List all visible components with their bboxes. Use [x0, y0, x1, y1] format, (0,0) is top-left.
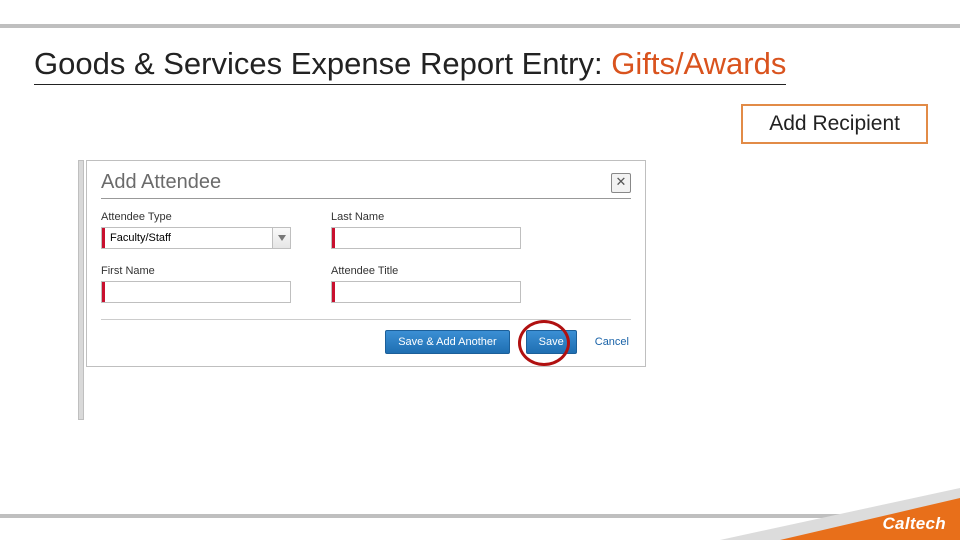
add-recipient-callout: Add Recipient: [741, 104, 928, 144]
required-marker: [102, 228, 105, 248]
first-name-label: First Name: [101, 265, 291, 277]
footer-accent: Caltech: [720, 488, 960, 540]
callout-label: Add Recipient: [769, 112, 900, 135]
slide-title-accent: Gifts/Awards: [611, 46, 786, 81]
last-name-label: Last Name: [331, 211, 521, 223]
attendee-type-input[interactable]: [102, 228, 272, 248]
attendee-type-label: Attendee Type: [101, 211, 291, 223]
first-name-input[interactable]: [102, 282, 290, 302]
divider: [101, 198, 631, 199]
required-marker: [332, 228, 335, 248]
dialog-title: Add Attendee: [101, 171, 221, 194]
save-button[interactable]: Save: [526, 330, 577, 354]
last-name-input[interactable]: [332, 228, 520, 248]
save-add-another-button[interactable]: Save & Add Another: [385, 330, 509, 354]
dialog-scroll-track: [78, 160, 84, 420]
required-marker: [102, 282, 105, 302]
slide-title: Goods & Services Expense Report Entry: G…: [34, 46, 786, 85]
dialog-button-row: Save & Add Another Save Cancel: [101, 330, 631, 354]
attendee-title-field: Attendee Title: [331, 265, 521, 303]
first-name-field: First Name: [101, 265, 291, 303]
attendee-title-input[interactable]: [332, 282, 520, 302]
top-divider: [0, 24, 960, 28]
attendee-type-field: Attendee Type: [101, 211, 291, 249]
divider: [101, 319, 631, 320]
chevron-down-icon[interactable]: [273, 227, 291, 249]
close-icon[interactable]: ✕: [611, 173, 631, 193]
required-marker: [332, 282, 335, 302]
cancel-button[interactable]: Cancel: [593, 331, 631, 353]
slide-title-plain: Goods & Services Expense Report Entry:: [34, 46, 611, 81]
attendee-title-label: Attendee Title: [331, 265, 521, 277]
caltech-logo: Caltech: [882, 514, 946, 534]
add-attendee-dialog: Add Attendee ✕ Attendee Type Last Name: [86, 160, 646, 367]
last-name-field: Last Name: [331, 211, 521, 249]
